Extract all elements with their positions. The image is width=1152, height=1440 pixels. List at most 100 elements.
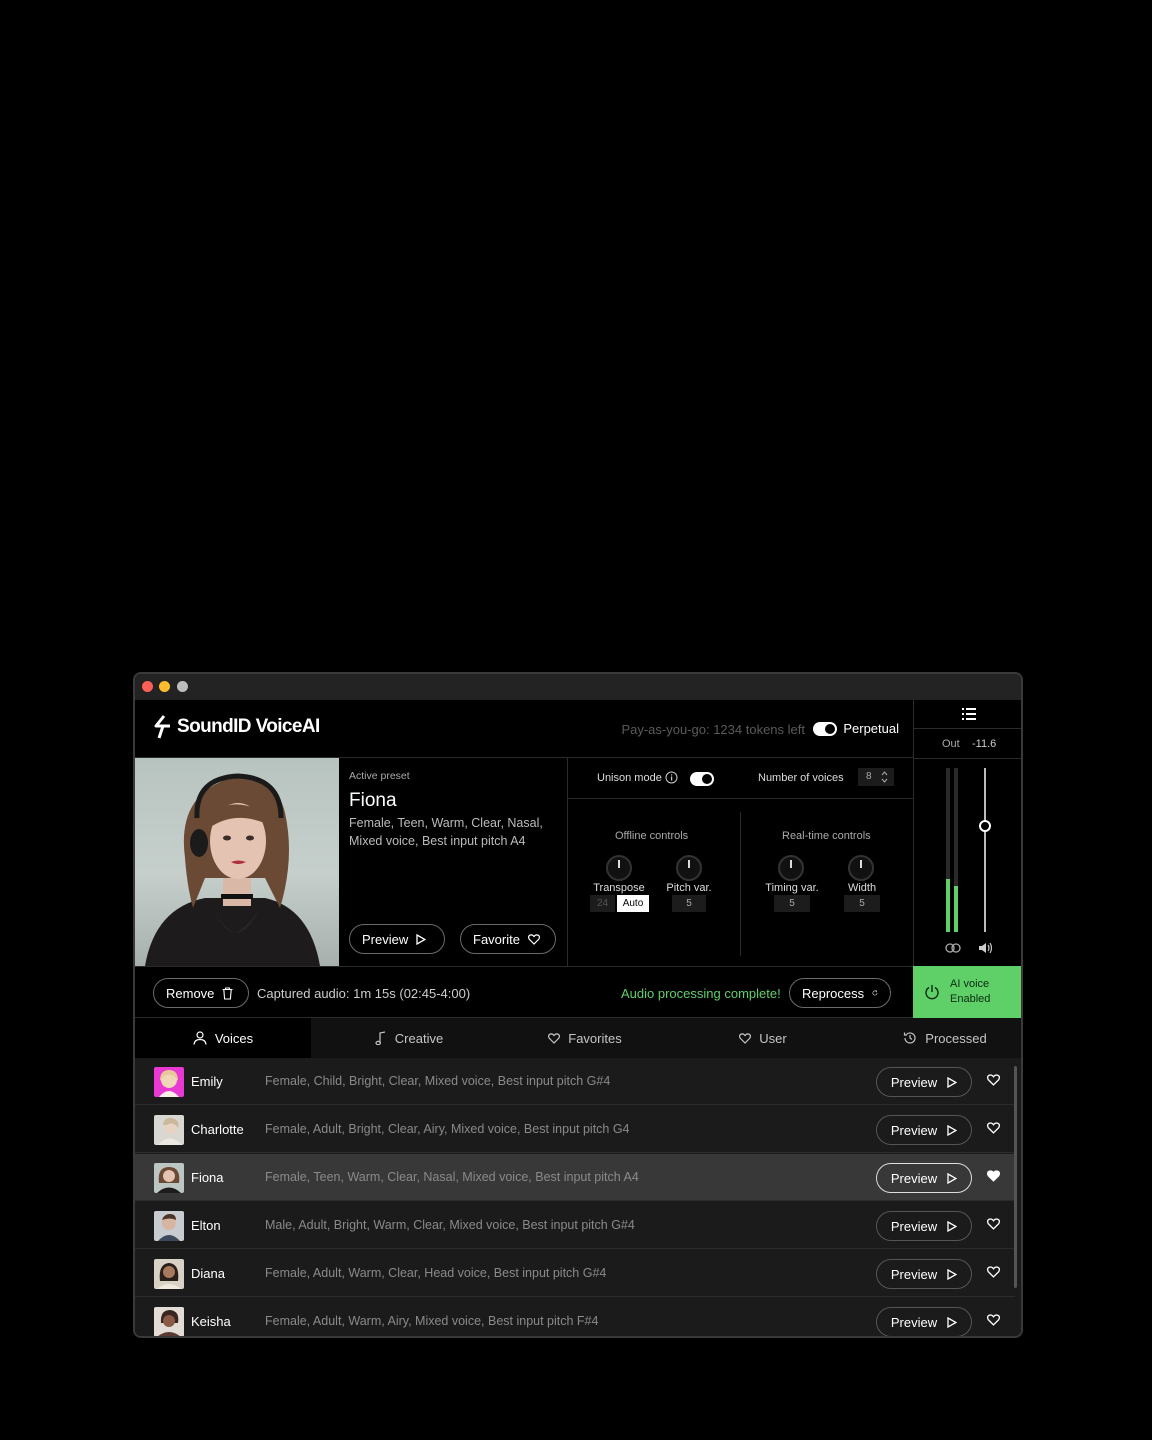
tokens-remaining: Pay-as-you-go: 1234 tokens left <box>621 722 805 737</box>
title-bar <box>135 674 1021 700</box>
heart-outline-icon[interactable] <box>987 1218 1000 1230</box>
heart-outline-icon[interactable] <box>987 1074 1000 1086</box>
tab-voices-label: Voices <box>214 1030 254 1046</box>
voices-count-stepper[interactable]: 8 <box>858 768 894 786</box>
voice-row-selected[interactable]: Fiona Female, Teen, Warm, Clear, Nasal, … <box>135 1154 1015 1201</box>
output-gain-handle[interactable] <box>979 820 991 832</box>
voice-description: Female, Adult, Warm, Airy, Mixed voice, … <box>265 1314 599 1328</box>
reprocess-button[interactable]: Reprocess <box>789 978 891 1008</box>
voice-name: Emily <box>191 1074 223 1089</box>
minimize-window-button[interactable] <box>159 681 170 692</box>
timing-variation-label: Timing var. <box>765 882 819 894</box>
controls-divider <box>740 812 741 956</box>
voice-preview-label: Preview <box>890 1218 938 1234</box>
pitch-variation-value[interactable]: 5 <box>672 895 706 912</box>
transpose-label: Transpose <box>593 882 645 894</box>
realtime-controls-title: Real-time controls <box>782 830 871 842</box>
unison-toggle[interactable] <box>690 772 714 786</box>
tab-favorites[interactable]: Favorites <box>497 1018 673 1058</box>
pitch-variation-knob[interactable] <box>676 855 702 881</box>
ai-voice-toggle[interactable]: AI voice Enabled <box>913 966 1021 1018</box>
preset-favorite-button[interactable]: Favorite <box>460 924 556 954</box>
remove-label: Remove <box>166 985 215 1001</box>
voice-description: Male, Adult, Bright, Warm, Clear, Mixed … <box>265 1218 635 1232</box>
preset-preview-button[interactable]: Preview <box>349 924 445 954</box>
tab-voices[interactable]: Voices <box>135 1018 311 1058</box>
heart-outline-icon[interactable] <box>987 1314 1000 1326</box>
voice-row[interactable]: Emily Female, Child, Bright, Clear, Mixe… <box>135 1058 1015 1105</box>
zoom-window-button[interactable] <box>177 681 188 692</box>
close-window-button[interactable] <box>142 681 153 692</box>
voice-portrait <box>135 758 339 966</box>
level-meter-right <box>954 768 958 932</box>
transpose-value[interactable]: 24 <box>590 895 615 912</box>
output-readout: Out -11.6 <box>914 729 1021 759</box>
heart-filled-icon[interactable] <box>987 1170 1000 1182</box>
tab-creative[interactable]: Creative <box>321 1018 497 1058</box>
voice-preview-label: Preview <box>890 1074 938 1090</box>
voice-preview-button[interactable]: Preview <box>876 1211 972 1241</box>
preset-favorite-label: Favorite <box>473 931 520 947</box>
voice-row[interactable]: Charlotte Female, Adult, Bright, Clear, … <box>135 1106 1015 1153</box>
transpose-auto-button[interactable]: Auto <box>617 895 649 912</box>
stepper-arrows-icon[interactable] <box>881 771 888 783</box>
tab-processed[interactable]: Processed <box>857 1018 1021 1058</box>
voice-preview-button[interactable]: Preview <box>876 1115 972 1145</box>
voice-description: Female, Child, Bright, Clear, Mixed voic… <box>265 1074 611 1088</box>
history-icon <box>904 1032 916 1044</box>
app-name: SoundID VoiceAI <box>177 716 320 737</box>
width-knob[interactable] <box>848 855 874 881</box>
level-meter-left <box>946 768 950 932</box>
voice-description: Female, Adult, Bright, Clear, Airy, Mixe… <box>265 1122 630 1136</box>
avatar <box>154 1067 184 1097</box>
output-label: Out <box>942 738 960 750</box>
app-logo: SoundID VoiceAI <box>153 715 320 739</box>
voice-preview-button[interactable]: Preview <box>876 1163 972 1193</box>
timing-variation-knob[interactable] <box>778 855 804 881</box>
info-icon[interactable] <box>665 771 678 784</box>
voice-name: Fiona <box>191 1170 224 1185</box>
avatar <box>154 1163 184 1193</box>
voice-preview-label: Preview <box>890 1314 938 1330</box>
preset-preview-label: Preview <box>362 931 409 947</box>
menu-area <box>914 700 1021 729</box>
width-value[interactable]: 5 <box>844 895 880 912</box>
voice-preview-button[interactable]: Preview <box>876 1307 972 1336</box>
voice-preview-label: Preview <box>890 1122 938 1138</box>
active-preset-name: Fiona <box>349 790 397 811</box>
tab-favorites-label: Favorites <box>568 1030 622 1046</box>
voice-row[interactable]: Keisha Female, Adult, Warm, Airy, Mixed … <box>135 1298 1015 1336</box>
voice-row[interactable]: Elton Male, Adult, Bright, Warm, Clear, … <box>135 1202 1015 1249</box>
tab-user[interactable]: User <box>675 1018 851 1058</box>
music-note-icon <box>375 1031 385 1045</box>
voice-preview-button[interactable]: Preview <box>876 1067 972 1097</box>
voice-name: Keisha <box>191 1314 231 1329</box>
voices-count-value: 8 <box>866 771 872 782</box>
voice-preview-button[interactable]: Preview <box>876 1259 972 1289</box>
timing-variation-value[interactable]: 5 <box>774 895 810 912</box>
perpetual-toggle[interactable] <box>813 722 837 736</box>
heart-outline-icon[interactable] <box>987 1266 1000 1278</box>
ai-voice-state: Enabled <box>950 993 991 1005</box>
play-icon <box>947 1220 958 1232</box>
link-icon[interactable] <box>945 943 961 953</box>
avatar <box>154 1259 184 1289</box>
menu-list-icon[interactable] <box>962 708 976 720</box>
speaker-icon[interactable] <box>978 942 994 954</box>
play-icon <box>947 1172 958 1184</box>
active-preset-heading: Active preset <box>349 770 410 782</box>
play-icon <box>947 1268 958 1280</box>
voice-list-scrollbar[interactable] <box>1014 1066 1017 1288</box>
remove-button[interactable]: Remove <box>153 978 249 1008</box>
voice-preview-label: Preview <box>890 1170 938 1186</box>
reprocess-label: Reprocess <box>802 985 865 1001</box>
heart-outline-icon[interactable] <box>987 1122 1000 1134</box>
transpose-knob[interactable] <box>606 855 632 881</box>
output-gain-slider[interactable] <box>979 768 991 932</box>
status-bar: Remove Captured audio: 1m 15s (02:45-4:0… <box>135 966 913 1018</box>
captured-audio-text: Captured audio: 1m 15s (02:45-4:00) <box>257 986 471 1001</box>
voice-name: Elton <box>191 1218 221 1233</box>
controls-panel: Unison mode Number of voices 8 Offline c… <box>567 758 914 966</box>
voice-list: Emily Female, Child, Bright, Clear, Mixe… <box>135 1058 1021 1336</box>
voice-row[interactable]: Diana Female, Adult, Warm, Clear, Head v… <box>135 1250 1015 1297</box>
